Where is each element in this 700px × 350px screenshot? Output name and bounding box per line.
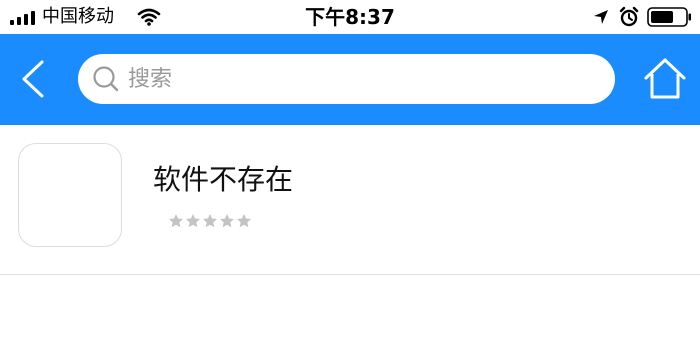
location-icon: [594, 10, 608, 24]
navigation-bar: [0, 34, 700, 125]
star-icon: [169, 214, 183, 228]
app-list-item[interactable]: 软件不存在: [0, 125, 700, 275]
star-rating: [168, 213, 252, 229]
app-icon-placeholder: [18, 143, 122, 247]
home-icon: [644, 58, 686, 99]
star-icon: [186, 214, 200, 228]
search-icon: [93, 66, 119, 92]
star-icon: [220, 214, 234, 228]
search-bar[interactable]: [78, 54, 615, 104]
star-icon: [203, 214, 217, 228]
alarm-icon: [619, 6, 639, 27]
search-input[interactable]: [128, 62, 598, 96]
back-chevron-icon: [22, 60, 44, 98]
status-bar: 中国移动 下午8:37: [0, 0, 700, 34]
battery-icon: [647, 7, 691, 27]
home-button[interactable]: [640, 54, 690, 104]
back-button[interactable]: [14, 56, 56, 102]
star-icon: [237, 214, 251, 228]
app-name: 软件不存在: [153, 163, 294, 196]
